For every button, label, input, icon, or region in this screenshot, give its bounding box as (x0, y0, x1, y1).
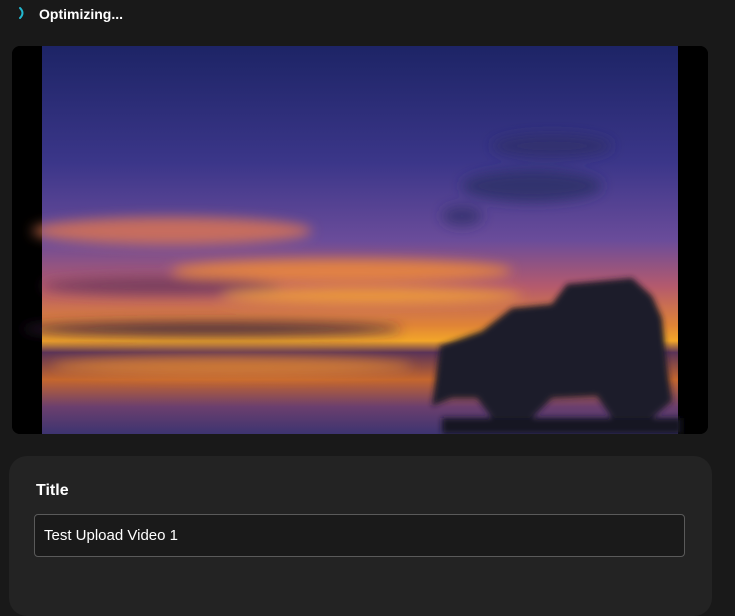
upload-status-bar: Optimizing... (0, 0, 735, 30)
video-thumbnail (12, 46, 708, 434)
spinner-icon (16, 6, 28, 20)
title-input[interactable] (34, 514, 685, 557)
video-details-panel: Title (9, 456, 712, 616)
upload-status-text: Optimizing... (39, 6, 123, 22)
video-preview[interactable] (12, 46, 708, 434)
title-label: Title (36, 482, 69, 499)
